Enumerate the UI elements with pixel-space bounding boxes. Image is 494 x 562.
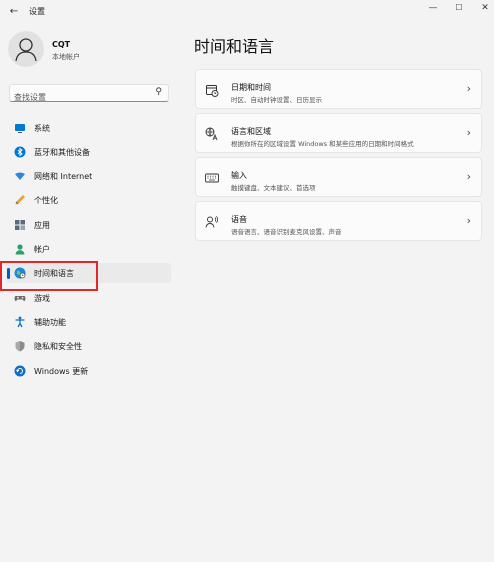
sidebar-item-label: 帐户 [34, 245, 50, 254]
card-date-time[interactable]: 日期和时间 时区、自动时钟设置、日历显示 › [195, 69, 482, 109]
accessibility-icon [14, 316, 26, 328]
card-subtitle: 根据你所在的区域设置 Windows 和某些应用的日期和时间格式 [231, 140, 414, 148]
card-title: 语音 [231, 215, 247, 224]
back-arrow-icon[interactable]: ← [6, 4, 22, 20]
sidebar-item-privacy[interactable]: 隐私和安全性 [6, 336, 171, 356]
sidebar-item-label: 系统 [34, 124, 50, 133]
card-language-region[interactable]: 语言和区域 根据你所在的区域设置 Windows 和某些应用的日期和时间格式 › [195, 113, 482, 153]
pencil-icon [14, 194, 26, 206]
sidebar-item-label: 隐私和安全性 [34, 342, 82, 351]
sidebar-item-accessibility[interactable]: 辅助功能 [6, 312, 171, 332]
search-icon[interactable]: ⚲ [155, 87, 162, 97]
sidebar-item-gaming[interactable]: 游戏 [6, 288, 171, 308]
calendar-clock-icon [205, 83, 219, 97]
chevron-right-icon: › [466, 170, 471, 183]
sidebar-item-label: 网络和 Internet [34, 172, 93, 181]
person-icon [14, 243, 26, 255]
title-bar: ← 设置 — ☐ ✕ [0, 0, 494, 24]
bluetooth-icon [14, 146, 26, 158]
sidebar-item-system[interactable]: 系统 [6, 118, 171, 138]
sidebar-item-apps[interactable]: 应用 [6, 215, 171, 235]
sidebar-item-bluetooth[interactable]: 蓝牙和其他设备 [6, 142, 171, 162]
sidebar-item-label: 蓝牙和其他设备 [34, 148, 90, 157]
close-button[interactable]: ✕ [472, 1, 494, 15]
account-type: 本地帐户 [52, 53, 80, 61]
gamepad-icon [14, 292, 26, 304]
card-speech[interactable]: 语音 语音语言、语音识别麦克风设置、声音 › [195, 201, 482, 241]
minimize-button[interactable]: — [420, 1, 446, 15]
card-title: 日期和时间 [231, 83, 271, 92]
chevron-right-icon: › [466, 126, 471, 139]
sidebar-item-label: Windows 更新 [34, 367, 89, 376]
sidebar-item-windows-update[interactable]: Windows 更新 [6, 361, 171, 381]
speech-icon [205, 215, 219, 229]
search-input[interactable] [10, 89, 145, 106]
chevron-right-icon: › [466, 214, 471, 227]
annotation-highlight [0, 261, 98, 291]
sidebar-item-label: 个性化 [34, 196, 58, 205]
apps-icon [14, 219, 26, 231]
chevron-right-icon: › [466, 82, 471, 95]
sidebar-item-label: 游戏 [34, 294, 50, 303]
app-title: 设置 [29, 7, 45, 16]
maximize-button[interactable]: ☐ [446, 1, 472, 15]
person-icon [15, 38, 37, 62]
card-typing[interactable]: 输入 触摸键盘、文本建议、首选项 › [195, 157, 482, 197]
sidebar-item-label: 应用 [34, 221, 50, 230]
card-title: 输入 [231, 171, 247, 180]
card-subtitle: 触摸键盘、文本建议、首选项 [231, 184, 316, 192]
sidebar-item-personalization[interactable]: 个性化 [6, 190, 171, 210]
keyboard-icon [205, 171, 219, 185]
user-name: CQT [52, 40, 71, 49]
avatar[interactable] [8, 31, 44, 67]
sidebar-item-network[interactable]: 网络和 Internet [6, 166, 171, 186]
sidebar-item-label: 辅助功能 [34, 318, 66, 327]
search-box[interactable]: ⚲ [9, 84, 169, 106]
card-title: 语言和区域 [231, 127, 271, 136]
language-icon [205, 127, 219, 141]
wifi-icon [14, 170, 26, 182]
card-subtitle: 语音语言、语音识别麦克风设置、声音 [231, 228, 342, 236]
shield-icon [14, 340, 26, 352]
card-subtitle: 时区、自动时钟设置、日历显示 [231, 96, 322, 104]
sidebar-item-accounts[interactable]: 帐户 [6, 239, 171, 259]
update-icon [14, 365, 26, 377]
page-title: 时间和语言 [194, 37, 275, 56]
monitor-icon [14, 122, 26, 134]
